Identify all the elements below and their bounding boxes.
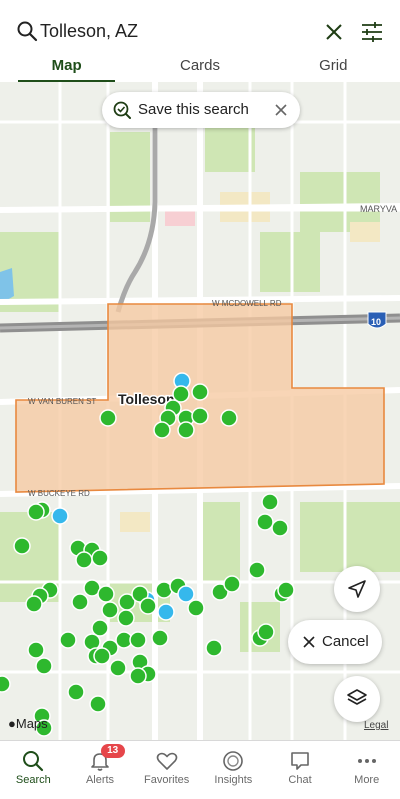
listing-marker[interactable]	[75, 551, 93, 569]
listing-marker[interactable]	[101, 601, 119, 619]
listing-marker[interactable]	[129, 667, 147, 685]
interstate-shield: 10	[367, 311, 387, 329]
save-search-button[interactable]: Save this search	[102, 92, 300, 128]
listing-marker[interactable]	[256, 513, 274, 531]
listing-marker[interactable]	[117, 609, 135, 627]
listing-marker[interactable]	[139, 597, 157, 615]
listing-marker[interactable]	[220, 409, 238, 427]
tab-cards[interactable]: Cards	[133, 54, 266, 82]
listing-marker[interactable]	[13, 537, 31, 555]
listing-marker[interactable]	[67, 683, 85, 701]
hospital-area	[165, 210, 195, 226]
listing-marker[interactable]	[89, 695, 107, 713]
listing-marker[interactable]	[91, 549, 109, 567]
listing-marker[interactable]	[223, 575, 241, 593]
nav-insights[interactable]: Insights	[200, 741, 267, 799]
listing-marker[interactable]	[205, 639, 223, 657]
listing-marker[interactable]	[277, 581, 295, 599]
nav-insights-label: Insights	[214, 774, 253, 786]
listing-marker[interactable]	[109, 659, 127, 677]
more-icon	[357, 759, 376, 763]
maps-attribution: ●Maps	[8, 716, 48, 731]
search-bar[interactable]: Tolleson, AZ	[0, 14, 400, 50]
legal-link[interactable]: Legal	[364, 720, 388, 731]
listing-marker[interactable]	[129, 631, 147, 649]
listing-marker[interactable]	[27, 641, 45, 659]
listing-marker[interactable]	[257, 623, 275, 641]
search-input[interactable]: Tolleson, AZ	[40, 21, 138, 42]
top-bar: Tolleson, AZ Map Cards Grid	[0, 0, 400, 83]
nav-more-label: More	[354, 774, 380, 786]
listing-marker[interactable]	[71, 593, 89, 611]
bottom-nav: Search 13 Alerts Favorites Insights Chat	[0, 740, 400, 799]
listing-marker[interactable]	[248, 561, 266, 579]
listing-marker[interactable]	[271, 519, 289, 537]
nav-alerts-label: Alerts	[85, 774, 115, 786]
apple-logo-icon: ●	[8, 716, 16, 731]
listing-marker[interactable]	[35, 657, 53, 675]
listing-marker[interactable]	[25, 595, 43, 613]
locate-button[interactable]	[334, 566, 380, 612]
map-view[interactable]: W MCDOWELL RD W VAN BUREN ST W BUCKEYE R…	[0, 82, 400, 740]
filter-icon[interactable]	[360, 20, 384, 44]
search-icon	[17, 21, 38, 42]
listing-marker[interactable]	[153, 421, 171, 439]
layers-icon	[347, 689, 367, 705]
cancel-label: Cancel	[322, 633, 369, 650]
road-label-buckeye: W BUCKEYE RD	[28, 489, 90, 498]
nav-chat-label: Chat	[288, 774, 312, 786]
listing-marker[interactable]	[93, 647, 111, 665]
close-icon	[303, 636, 315, 648]
search-icon	[23, 751, 44, 772]
nav-favorites[interactable]: Favorites	[133, 741, 200, 799]
interstate-label: 10	[371, 317, 381, 327]
listing-marker[interactable]	[191, 383, 209, 401]
nav-favorites-label: Favorites	[144, 774, 190, 786]
nav-alerts[interactable]: 13 Alerts	[67, 741, 134, 799]
listing-marker-viewed[interactable]	[51, 507, 69, 525]
cancel-draw-button[interactable]: Cancel	[288, 620, 382, 664]
listing-marker[interactable]	[27, 503, 45, 521]
map-layers-button[interactable]	[334, 676, 380, 722]
tab-grid[interactable]: Grid	[267, 54, 400, 82]
nav-chat[interactable]: Chat	[267, 741, 334, 799]
nav-more[interactable]: More	[333, 741, 400, 799]
heart-icon	[156, 752, 177, 770]
save-search-icon	[113, 101, 131, 119]
listing-marker[interactable]	[261, 493, 279, 511]
listing-marker[interactable]	[187, 599, 205, 617]
tab-map[interactable]: Map	[0, 54, 133, 82]
listing-marker[interactable]	[97, 585, 115, 603]
location-arrow-icon	[348, 580, 366, 598]
chat-icon	[291, 752, 309, 770]
alerts-badge: 13	[100, 744, 125, 758]
listing-marker[interactable]	[151, 629, 169, 647]
nav-search-label: Search	[15, 774, 51, 786]
insights-icon	[223, 751, 244, 771]
listing-marker-viewed[interactable]	[177, 585, 195, 603]
road-label-mcdowell: W MCDOWELL RD	[212, 299, 282, 308]
listing-marker-viewed[interactable]	[157, 603, 175, 621]
listing-marker[interactable]	[191, 407, 209, 425]
view-tabs: Map Cards Grid	[0, 54, 400, 82]
nav-search[interactable]: Search	[0, 741, 67, 799]
save-search-label: Save this search	[138, 101, 249, 118]
listing-marker[interactable]	[59, 631, 77, 649]
road-label-maryvale: MARYVA	[360, 204, 397, 214]
listing-marker[interactable]	[0, 675, 11, 693]
listing-marker[interactable]	[177, 421, 195, 439]
road-label-van-buren: W VAN BUREN ST	[28, 397, 96, 406]
close-icon[interactable]	[324, 22, 344, 42]
dismiss-icon[interactable]	[274, 103, 288, 117]
listing-marker[interactable]	[99, 409, 117, 427]
